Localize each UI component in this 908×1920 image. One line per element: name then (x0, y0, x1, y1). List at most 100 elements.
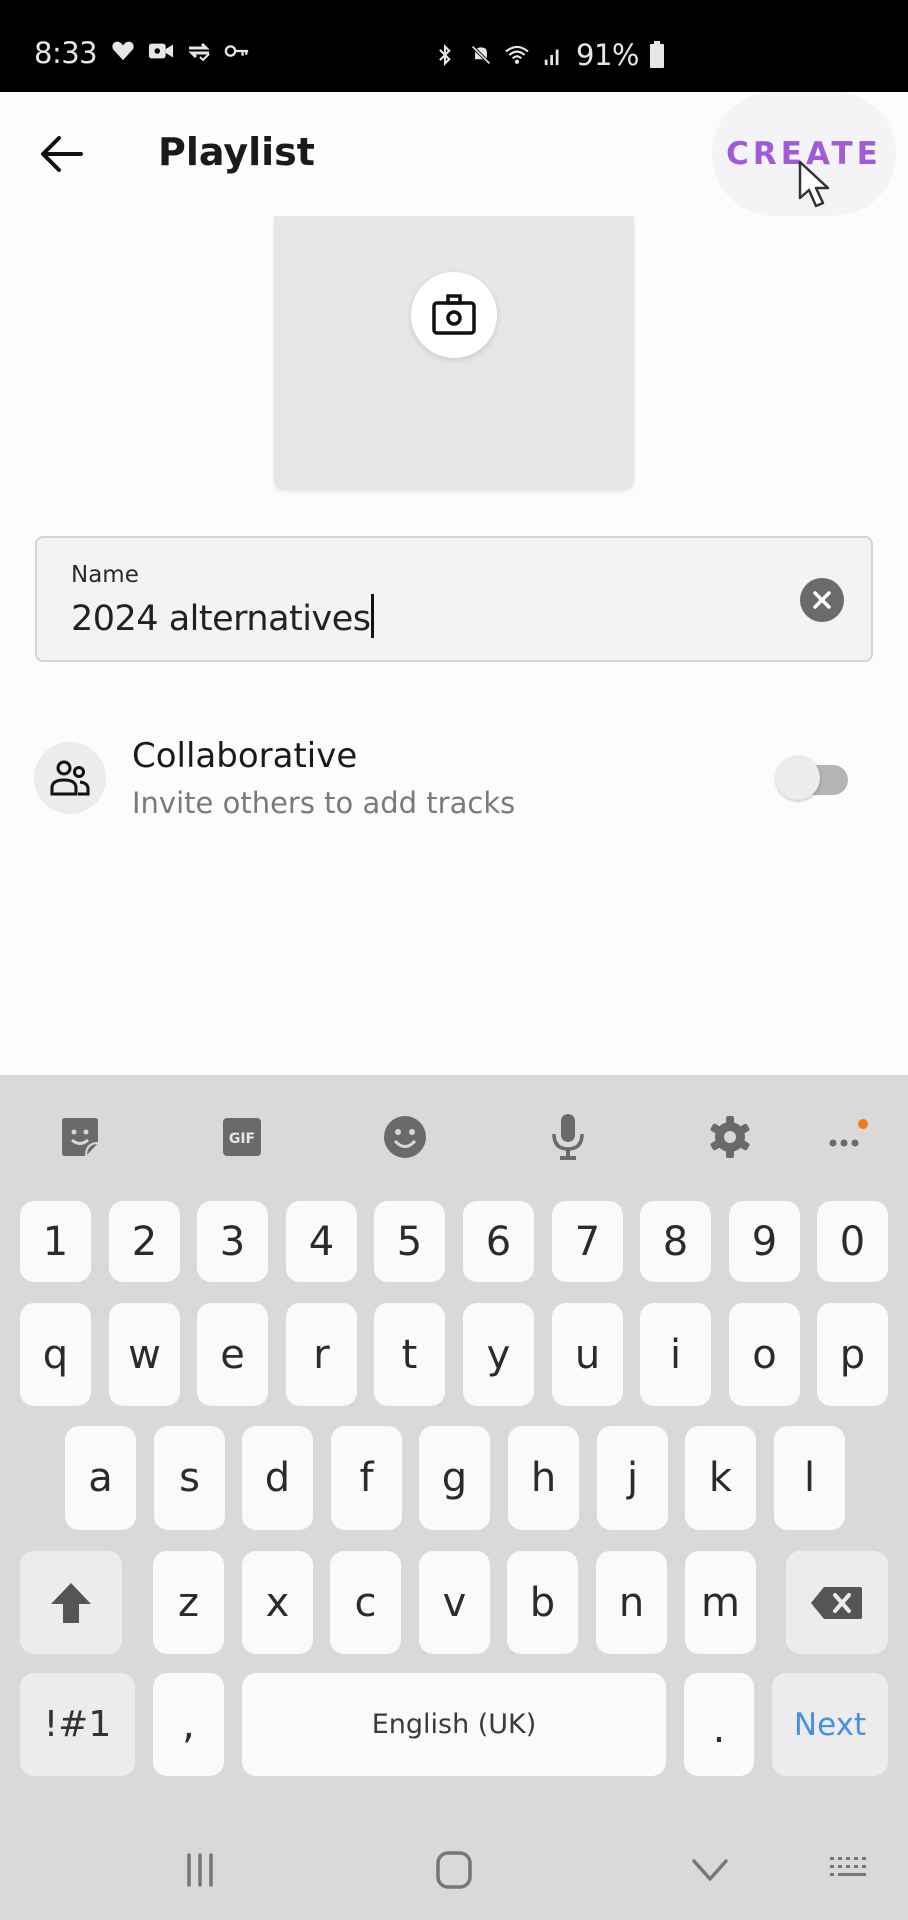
key-label: j (626, 1455, 639, 1501)
key-8[interactable]: 8 (640, 1201, 711, 1282)
key-5[interactable]: 5 (374, 1201, 445, 1282)
clear-name-button[interactable] (800, 578, 844, 622)
key-0[interactable]: 0 (817, 1201, 888, 1282)
home-button[interactable] (424, 1842, 484, 1898)
key-e[interactable]: e (197, 1303, 268, 1406)
key-label: 1 (42, 1218, 69, 1265)
people-icon (50, 760, 90, 796)
sync-check-icon (188, 42, 210, 62)
key-k[interactable]: k (685, 1426, 756, 1530)
key-n[interactable]: n (596, 1551, 667, 1654)
key-label: m (701, 1579, 740, 1626)
create-button-label: CREATE (726, 136, 882, 172)
emoji-button[interactable] (377, 1109, 433, 1165)
key-f[interactable]: f (331, 1426, 402, 1530)
recent-apps-button[interactable] (170, 1842, 230, 1898)
soft-keyboard: GIF 1 2 3 4 5 6 7 8 9 0 q w e r t y u i … (0, 1075, 908, 1920)
period-key[interactable]: . (684, 1673, 754, 1776)
app-bar: Playlist CREATE (0, 92, 908, 216)
key-c[interactable]: c (330, 1551, 401, 1654)
next-key[interactable]: Next (772, 1673, 888, 1776)
more-icon (829, 1119, 868, 1147)
key-6[interactable]: 6 (463, 1201, 534, 1282)
keyboard-switch-button[interactable] (820, 1842, 880, 1898)
sticker-button[interactable] (52, 1109, 108, 1165)
key-d[interactable]: d (242, 1426, 313, 1530)
back-button[interactable] (34, 126, 90, 182)
key-1[interactable]: 1 (20, 1201, 91, 1282)
shift-key[interactable] (20, 1551, 122, 1654)
navigation-bar (0, 1820, 908, 1920)
key-s[interactable]: s (154, 1426, 225, 1530)
playlist-cover[interactable] (274, 216, 634, 490)
name-field-label: Name (71, 562, 139, 588)
backspace-key[interactable] (786, 1551, 888, 1654)
voice-input-button[interactable] (540, 1109, 596, 1165)
key-label: 5 (396, 1218, 423, 1265)
status-time: 8:33 (34, 36, 98, 70)
key-x[interactable]: x (242, 1551, 313, 1654)
status-icons-left (110, 40, 250, 62)
key-w[interactable]: w (109, 1303, 180, 1406)
key-r[interactable]: r (286, 1303, 357, 1406)
next-key-label: Next (793, 1706, 867, 1743)
recent-apps-icon (187, 1853, 213, 1887)
name-input[interactable]: 2024 alternatives (71, 594, 375, 639)
space-key[interactable]: English (UK) (242, 1673, 666, 1776)
key-j[interactable]: j (597, 1426, 668, 1530)
key-7[interactable]: 7 (552, 1201, 623, 1282)
page-title: Playlist (158, 130, 315, 174)
key-label: y (486, 1331, 511, 1378)
key-l[interactable]: l (774, 1426, 845, 1530)
key-g[interactable]: g (419, 1426, 490, 1530)
key-2[interactable]: 2 (109, 1201, 180, 1282)
key-a[interactable]: a (65, 1426, 136, 1530)
key-t[interactable]: t (374, 1303, 445, 1406)
create-button[interactable]: CREATE (712, 92, 896, 216)
key-label: f (359, 1455, 374, 1501)
key-label: 0 (839, 1218, 866, 1265)
mute-icon (471, 45, 491, 65)
key-label: 6 (485, 1218, 512, 1265)
more-options-button[interactable] (818, 1109, 874, 1165)
key-label: 8 (662, 1218, 689, 1265)
key-v[interactable]: v (419, 1551, 490, 1654)
key-b[interactable]: b (507, 1551, 578, 1654)
key-9[interactable]: 9 (729, 1201, 800, 1282)
name-input-value: 2024 alternatives (71, 599, 371, 639)
comma-key[interactable]: , (153, 1673, 224, 1776)
add-cover-photo-button[interactable] (411, 272, 497, 358)
key-label: 4 (308, 1218, 335, 1265)
key-u[interactable]: u (552, 1303, 623, 1406)
gif-button[interactable]: GIF (214, 1109, 270, 1165)
key-h[interactable]: h (508, 1426, 579, 1530)
key-label: x (265, 1579, 290, 1626)
key-3[interactable]: 3 (197, 1201, 268, 1282)
key-y[interactable]: y (463, 1303, 534, 1406)
key-z[interactable]: z (153, 1551, 224, 1654)
symbols-key[interactable]: !#1 (20, 1673, 135, 1776)
symbols-key-label: !#1 (43, 1704, 112, 1745)
key-label: e (220, 1331, 245, 1378)
key-label: s (179, 1455, 200, 1501)
key-icon (224, 45, 249, 57)
playlist-name-field[interactable]: Name 2024 alternatives (35, 536, 873, 662)
keyboard-settings-button[interactable] (702, 1109, 758, 1165)
hide-keyboard-button[interactable] (680, 1842, 740, 1898)
key-m[interactable]: m (685, 1551, 756, 1654)
key-p[interactable]: p (817, 1303, 888, 1406)
key-4[interactable]: 4 (286, 1201, 357, 1282)
key-q[interactable]: q (20, 1303, 91, 1406)
heart-icon (112, 41, 134, 61)
key-o[interactable]: o (729, 1303, 800, 1406)
collaborative-icon-badge (34, 742, 106, 814)
key-label: a (88, 1455, 113, 1501)
key-label: o (752, 1331, 777, 1378)
collaborative-toggle[interactable] (776, 754, 850, 802)
collaborative-setting[interactable]: Collaborative Invite others to add track… (0, 720, 908, 840)
home-icon (436, 1851, 472, 1889)
key-i[interactable]: i (640, 1303, 711, 1406)
key-label: v (442, 1579, 467, 1626)
clear-icon (813, 591, 831, 609)
status-bar: 8:33 91% (0, 0, 908, 92)
